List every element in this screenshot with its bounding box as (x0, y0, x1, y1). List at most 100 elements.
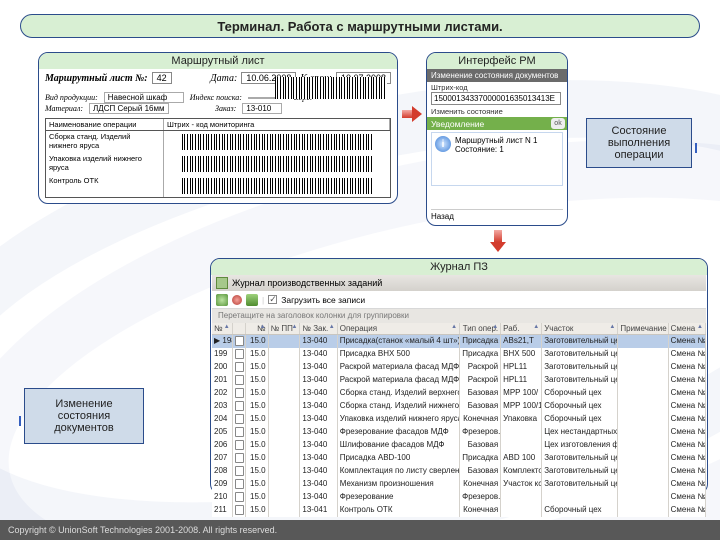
footer: Copyright © UnionSoft Technologies 2001-… (0, 520, 720, 540)
document-icon (235, 336, 244, 346)
journal-toolbar: | Загрузить все записи (212, 291, 706, 309)
col-op-name: Наименование операции (46, 119, 164, 130)
route-row-label: Контроль ОТК (46, 175, 164, 197)
load-all-checkbox[interactable] (268, 295, 277, 304)
route-row-label: Сборка станд. Изделий нижнего яруса (46, 131, 164, 153)
prod-value: Навесной шкаф (104, 92, 184, 103)
rm-title: Интерфейс РМ (427, 53, 567, 69)
route-ops-table: Наименование операции Штрих - код монито… (45, 118, 391, 198)
col-rab[interactable]: Раб. (503, 324, 519, 333)
date-label: Дата: (210, 73, 237, 84)
callout-line: Изменение (55, 398, 112, 410)
col-n[interactable]: № (214, 324, 223, 333)
journal-window-title: Журнал производственных заданий (232, 278, 382, 288)
table-row[interactable]: 20415.013-040Упаковка изделий нижнего яр… (212, 413, 706, 426)
window-icon (216, 277, 228, 289)
interface-rm-panel: Интерфейс РМ Изменение состояния докумен… (426, 52, 568, 226)
search-label: Индекс поиска: (190, 93, 242, 102)
callout-doc-state: Изменениесостояниядокументов (24, 388, 144, 444)
arrow-right-icon (402, 106, 422, 122)
callout-operation-state: Состояниевыполненияоперации (586, 118, 692, 168)
change-state-label: Изменить состояние (431, 107, 563, 116)
refresh-icon[interactable] (216, 294, 228, 306)
journal-window-titlebar: Журнал производственных заданий (212, 275, 706, 291)
col-smena[interactable]: Смена (671, 324, 696, 333)
callout-line: операции (614, 149, 663, 161)
document-icon (235, 492, 244, 502)
back-button[interactable]: Назад (431, 209, 563, 221)
document-icon (235, 388, 244, 398)
order-label: Заказ: (215, 104, 236, 113)
notification-bar: Уведомление ok (427, 117, 567, 130)
col-npp[interactable]: № ПП (271, 324, 293, 333)
barcode-icon (182, 178, 372, 194)
barcode-label: Штрих-код (431, 83, 563, 92)
barcode-icon (182, 156, 372, 172)
document-icon (235, 440, 244, 450)
document-icon (235, 466, 244, 476)
route-row: Упаковка изделий нижнего яруса (46, 153, 390, 175)
table-row[interactable]: 20515.013-040Фрезерование фасадов МДФФре… (212, 426, 706, 439)
route-row: Контроль ОТК (46, 175, 390, 197)
table-row[interactable]: 20715.013-040Присадка ABD-100ПрисадкаABD… (212, 452, 706, 465)
route-barcode (275, 77, 387, 99)
document-icon (235, 349, 244, 359)
route-number-label: Маршрутный лист №: (45, 73, 148, 84)
route-number: 42 (152, 72, 172, 84)
route-row-label: Упаковка изделий нижнего яруса (46, 153, 164, 175)
notification-label: Уведомление (427, 119, 551, 129)
callout-line: документов (54, 422, 113, 434)
journal-title: Журнал ПЗ (211, 259, 707, 275)
table-row[interactable]: 20615.013-040Шлифование фасадов МДФБазов… (212, 439, 706, 452)
document-icon (235, 362, 244, 372)
document-icon (235, 427, 244, 437)
callout-line: выполнения (608, 137, 670, 149)
material-value: ЛДСП Серый 16мм (89, 103, 169, 114)
reload-icon[interactable] (246, 294, 258, 306)
table-row[interactable]: ▶ 19815.013-040Присадка(станок «малый 4 … (212, 335, 706, 348)
rm-header: Изменение состояния документов (427, 69, 567, 82)
col-uch[interactable]: Участок (544, 324, 573, 333)
route-sheet-title: Маршрутный лист (39, 53, 397, 69)
table-row[interactable]: 21115.013-041Контроль ОТККонечнаяСборочн… (212, 504, 706, 517)
page-title: Терминал. Работа с маршрутными листами. (20, 14, 700, 38)
prod-label: Вид продукции: (45, 93, 98, 102)
material-label: Материал: (45, 104, 83, 113)
callout-line: состояния (58, 410, 110, 422)
table-row[interactable]: 20215.013-040Сборка станд. Изделий верхн… (212, 387, 706, 400)
order-value: 13-010 (242, 103, 282, 114)
table-header[interactable]: №▲ №▲ № ПП▲ № Зак.▲ Операция▲ Тип опер.▲… (212, 323, 706, 335)
col-barcode: Штрих - код мониторинга (164, 119, 390, 130)
document-icon (235, 401, 244, 411)
document-icon (235, 479, 244, 489)
group-hint: Перетащите на заголовок колонки для груп… (212, 309, 706, 323)
barcode-icon (182, 134, 372, 150)
col-nz[interactable]: № Зак. (302, 324, 328, 333)
route-row: Сборка станд. Изделий нижнего яруса (46, 131, 390, 153)
info-icon: i (435, 136, 451, 152)
stop-icon[interactable] (232, 295, 242, 305)
table-row[interactable]: 20315.013-040Сборка станд. Изделий нижне… (212, 400, 706, 413)
col-note[interactable]: Примечание (620, 324, 666, 333)
notif-line1: Маршрутный лист N 1 (455, 136, 537, 145)
table-row[interactable]: 20115.013-040Раскрой материала фасад МДФ… (212, 374, 706, 387)
callout-line: Состояние (612, 125, 667, 137)
ok-button[interactable]: ok (551, 118, 565, 129)
table-row[interactable]: 20915.013-040Механизм произношенияКонечн… (212, 478, 706, 491)
notification-body: i Маршрутный лист N 1 Состояние: 1 (431, 132, 563, 186)
route-sheet-panel: Маршрутный лист Маршрутный лист №: 42 Да… (38, 52, 398, 204)
document-icon (235, 505, 244, 515)
barcode-input[interactable] (431, 92, 561, 105)
table-row[interactable]: 20815.013-040Комплектация по листу сверл… (212, 465, 706, 478)
table-row[interactable]: 20015.013-040Раскрой материала фасад МДФ… (212, 361, 706, 374)
document-icon (235, 375, 244, 385)
arrow-down-icon (490, 230, 506, 252)
table-row[interactable]: 21015.013-040ФрезерованиеФрезеров.Смена … (212, 491, 706, 504)
journal-table[interactable]: №▲ №▲ № ПП▲ № Зак.▲ Операция▲ Тип опер.▲… (212, 323, 706, 517)
load-all-label: Загрузить все записи (281, 295, 365, 305)
document-icon (235, 453, 244, 463)
document-icon (235, 414, 244, 424)
table-row[interactable]: 19915.013-040Присадка BHX 500ПрисадкаBHX… (212, 348, 706, 361)
notif-line2: Состояние: 1 (455, 145, 537, 154)
col-op[interactable]: Операция (340, 324, 377, 333)
